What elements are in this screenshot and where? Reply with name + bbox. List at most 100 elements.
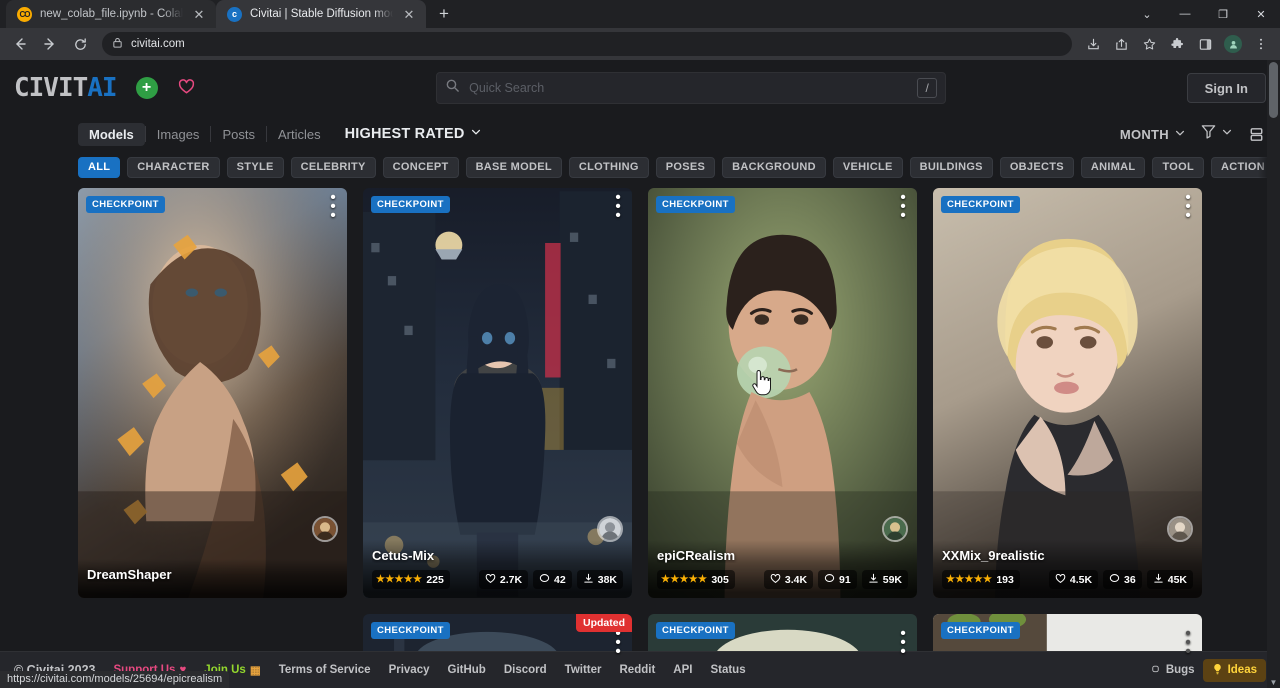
creator-avatar[interactable] (882, 516, 908, 542)
checkpoint-badge: CHECKPOINT (656, 196, 735, 213)
bugs-button[interactable]: Bugs (1150, 663, 1195, 677)
search-placeholder: Quick Search (469, 81, 908, 95)
tab-articles[interactable]: Articles (267, 123, 332, 146)
footer-link-status[interactable]: Status (710, 664, 745, 676)
view-controls: MONTH (1120, 123, 1266, 145)
sort-dropdown[interactable]: HIGHEST RATED (345, 126, 482, 142)
card-menu-icon[interactable]: ••• (612, 194, 624, 220)
close-icon[interactable]: ✕ (401, 6, 417, 22)
create-button[interactable]: + (136, 77, 158, 99)
card-menu-icon[interactable]: ••• (897, 630, 909, 656)
footer-link-privacy[interactable]: Privacy (389, 664, 430, 676)
tab-models[interactable]: Models (78, 123, 145, 146)
chip-character[interactable]: CHARACTER (127, 157, 219, 178)
tab-strip: CO new_colab_file.ipynb - Colaborat ✕ c … (0, 0, 1280, 28)
category-chip-row[interactable]: ALL CHARACTER STYLE CELEBRITY CONCEPT BA… (0, 152, 1280, 182)
heart-icon (770, 573, 781, 587)
likes-stat: 4.5K (1049, 570, 1098, 589)
footer-link-reddit[interactable]: Reddit (620, 664, 656, 676)
scrollbar-thumb[interactable] (1269, 62, 1278, 118)
window-close-icon[interactable]: ✕ (1242, 0, 1280, 28)
creator-avatar[interactable] (1167, 516, 1193, 542)
footer-link-twitter[interactable]: Twitter (565, 664, 602, 676)
card-menu-icon[interactable]: ••• (897, 194, 909, 220)
install-icon[interactable] (1080, 31, 1106, 57)
chevron-down-icon[interactable]: ⌄ (1128, 0, 1166, 28)
tab-images[interactable]: Images (146, 123, 211, 146)
model-card[interactable]: CHECKPOINT ••• Cetus-Mix ★★★★★ 225 2.7K (363, 188, 632, 598)
bug-icon (1150, 663, 1161, 677)
chip-concept[interactable]: CONCEPT (383, 157, 459, 178)
chip-style[interactable]: STYLE (227, 157, 284, 178)
forward-icon[interactable] (36, 30, 64, 58)
footer-link-terms[interactable]: Terms of Service (279, 664, 371, 676)
side-panel-icon[interactable] (1192, 31, 1218, 57)
model-card[interactable]: CHECKPOINT ••• epiCRealism ★★★★★ 305 3.4… (648, 188, 917, 598)
chip-animal[interactable]: ANIMAL (1081, 157, 1146, 178)
model-card[interactable]: CHECKPOINT ••• DreamShaper (78, 188, 347, 598)
creator-avatar[interactable] (312, 516, 338, 542)
chip-base-model[interactable]: BASE MODEL (466, 157, 562, 178)
download-icon (1153, 573, 1164, 587)
back-icon[interactable] (6, 30, 34, 58)
civitai-logo[interactable]: CIVITAI (14, 73, 117, 103)
close-icon[interactable]: ✕ (191, 6, 207, 22)
chrome-menu-icon[interactable] (1248, 31, 1274, 57)
model-stats: ★★★★★ 305 3.4K 91 59K (657, 570, 908, 589)
card-menu-icon[interactable]: ••• (1182, 194, 1194, 220)
updated-badge: Updated (576, 614, 632, 632)
heart-icon[interactable] (177, 77, 196, 100)
tab-posts[interactable]: Posts (211, 123, 266, 146)
chip-clothing[interactable]: CLOTHING (569, 157, 649, 178)
chip-all[interactable]: ALL (78, 157, 120, 178)
footer-link-discord[interactable]: Discord (504, 664, 547, 676)
footer-link-api[interactable]: API (673, 664, 692, 676)
comments-stat: 91 (818, 570, 857, 589)
chip-vehicle[interactable]: VEHICLE (833, 157, 903, 178)
avatar (1224, 35, 1242, 53)
ideas-button[interactable]: Ideas (1203, 659, 1266, 682)
filter-funnel-icon (1200, 123, 1217, 145)
chevron-down-icon (470, 126, 482, 142)
extensions-puzzle-icon[interactable] (1164, 31, 1190, 57)
browser-tab-civitai[interactable]: c Civitai | Stable Diffusion models, ✕ (216, 0, 426, 28)
card-menu-icon[interactable]: ••• (612, 630, 624, 656)
page-scrollbar[interactable]: ▼ (1267, 60, 1280, 688)
heart-icon (485, 573, 496, 587)
creator-avatar[interactable] (597, 516, 623, 542)
sign-in-button[interactable]: Sign In (1187, 73, 1266, 103)
search-input[interactable]: Quick Search / (436, 72, 946, 104)
address-bar[interactable]: civitai.com (102, 32, 1072, 56)
rating-count: 193 (996, 574, 1014, 586)
likes-count: 4.5K (1070, 574, 1092, 586)
model-title: Cetus-Mix (372, 548, 623, 563)
chip-celebrity[interactable]: CELEBRITY (291, 157, 376, 178)
sort-label: HIGHEST RATED (345, 126, 465, 142)
model-card-footer: Cetus-Mix ★★★★★ 225 2.7K 42 (363, 540, 632, 598)
card-menu-icon[interactable]: ••• (1182, 630, 1194, 656)
chip-poses[interactable]: POSES (656, 157, 715, 178)
chip-background[interactable]: BACKGROUND (722, 157, 826, 178)
layout-rows-icon[interactable] (1247, 125, 1266, 144)
reload-icon[interactable] (66, 30, 94, 58)
minimize-icon[interactable]: — (1166, 0, 1204, 28)
model-card[interactable]: CHECKPOINT ••• XXMix_9realistic ★★★★★ 19… (933, 188, 1202, 598)
civitai-icon: c (227, 7, 242, 22)
card-menu-icon[interactable]: ••• (327, 194, 339, 220)
chip-buildings[interactable]: BUILDINGS (910, 157, 993, 178)
chip-tool[interactable]: TOOL (1152, 157, 1204, 178)
period-dropdown[interactable]: MONTH (1120, 127, 1186, 142)
model-title: XXMix_9realistic (942, 548, 1193, 563)
browser-tab-colab[interactable]: CO new_colab_file.ipynb - Colaborat ✕ (6, 0, 216, 28)
scroll-down-arrow-icon[interactable]: ▼ (1267, 678, 1280, 687)
chip-objects[interactable]: OBJECTS (1000, 157, 1074, 178)
maximize-icon[interactable]: ❐ (1204, 0, 1242, 28)
profile-avatar-icon[interactable] (1220, 31, 1246, 57)
checkpoint-badge: CHECKPOINT (941, 622, 1020, 639)
downloads-count: 38K (598, 574, 617, 586)
bookmark-star-icon[interactable] (1136, 31, 1162, 57)
new-tab-button[interactable]: + (430, 0, 458, 28)
filter-button[interactable] (1200, 123, 1233, 145)
footer-link-github[interactable]: GitHub (448, 664, 486, 676)
share-icon[interactable] (1108, 31, 1134, 57)
